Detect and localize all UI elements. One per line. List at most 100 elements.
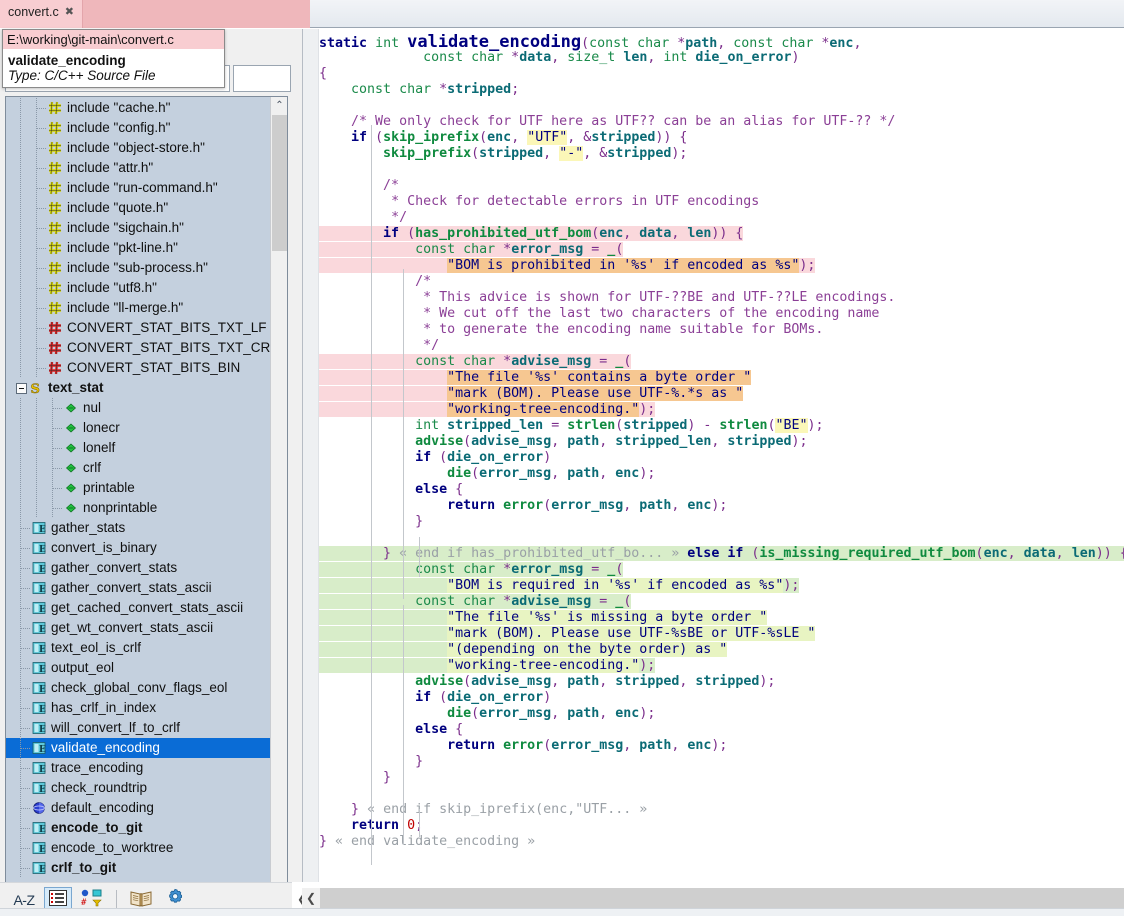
- tree-item[interactable]: Eoutput_eol: [6, 658, 271, 678]
- tree-item[interactable]: Eget_wt_convert_stats_ascii: [6, 618, 271, 638]
- fold-marker: « end validate_encoding »: [335, 834, 536, 849]
- tree-item[interactable]: include "object-store.h": [6, 138, 271, 158]
- field-icon: [64, 481, 79, 496]
- tree-item-label: gather_convert_stats: [51, 560, 178, 575]
- tree-vertical-scrollbar[interactable]: ⌃ ⌄: [270, 97, 287, 905]
- svg-text:E: E: [39, 745, 46, 755]
- tree-item[interactable]: Eencode_to_worktree: [6, 838, 271, 858]
- tree-item[interactable]: crlf: [6, 458, 271, 478]
- field-icon: [64, 501, 79, 516]
- tree-indent: [10, 798, 32, 818]
- code-line: "mark (BOM). Please use UTF-%.*s as ": [319, 386, 1124, 402]
- scroll-left-icon[interactable]: ❮: [302, 888, 320, 908]
- tree-item[interactable]: default_encoding: [6, 798, 271, 818]
- folding-gutter[interactable]: [303, 29, 319, 882]
- scroll-up-icon[interactable]: ⌃: [271, 97, 287, 114]
- tree-item[interactable]: Egather_convert_stats: [6, 558, 271, 578]
- tree-indent: [10, 398, 64, 418]
- tree-item-label: output_eol: [51, 660, 115, 675]
- hash-red-icon: [48, 321, 63, 336]
- code-line: return 0;: [351, 818, 423, 833]
- tree-item-label: include "sub-process.h": [67, 260, 208, 275]
- function-icon: E: [32, 761, 47, 776]
- tree-item[interactable]: Ewill_convert_lf_to_crlf: [6, 718, 271, 738]
- tree-item[interactable]: nonprintable: [6, 498, 271, 518]
- tree-item[interactable]: CONVERT_STAT_BITS_TXT_CRLF: [6, 338, 286, 358]
- tree-item[interactable]: Eencode_to_git: [6, 818, 271, 838]
- highlighted-block-green: "BOM is required in '%s' if encoded as %…: [319, 578, 800, 593]
- highlighted-block-green: "working-tree-encoding.");: [319, 658, 656, 673]
- editor-horizontal-scrollbar[interactable]: ❮: [302, 888, 1124, 908]
- tree-item[interactable]: include "attr.h": [6, 158, 271, 178]
- tree-item[interactable]: Echeck_roundtrip: [6, 778, 271, 798]
- tree-item[interactable]: printable: [6, 478, 271, 498]
- struct-icon: S: [29, 381, 44, 397]
- tree-item-selected[interactable]: Evalidate_encoding: [6, 738, 271, 758]
- svg-text:E: E: [39, 585, 46, 595]
- tree-item[interactable]: Etext_eol_is_crlf: [6, 638, 271, 658]
- tree-item-label: include "object-store.h": [67, 140, 205, 155]
- tree-item-label: include "config.h": [67, 120, 171, 135]
- tree-item[interactable]: Egather_stats: [6, 518, 271, 538]
- tree-indent: [10, 498, 64, 518]
- tree-item[interactable]: Eget_cached_convert_stats_ascii: [6, 598, 271, 618]
- tree-item[interactable]: include "ll-merge.h": [6, 298, 271, 318]
- search-filter-input[interactable]: [233, 65, 291, 92]
- tree-item[interactable]: Stext_stat: [6, 378, 271, 398]
- code-line: const char *error_msg = _(: [319, 242, 1124, 258]
- tree-item[interactable]: Ehas_crlf_in_index: [6, 698, 271, 718]
- tree-indent: [10, 318, 48, 338]
- tree-item[interactable]: lonelf: [6, 438, 271, 458]
- tab-convert-c[interactable]: convert.c ✖: [0, 0, 83, 28]
- tree-item[interactable]: include "utf8.h": [6, 278, 271, 298]
- close-icon[interactable]: ✖: [65, 5, 74, 19]
- panel-splitter[interactable]: [292, 29, 302, 882]
- book-icon: [130, 890, 152, 910]
- tree-item[interactable]: include "sigchain.h": [6, 218, 271, 238]
- tree-item[interactable]: CONVERT_STAT_BITS_TXT_LF: [6, 318, 271, 338]
- tree-item-label: encode_to_git: [51, 820, 143, 835]
- tree-item[interactable]: CONVERT_STAT_BITS_BIN: [6, 358, 271, 378]
- tree-item[interactable]: Ecrlf_to_git: [6, 858, 271, 878]
- svg-text:E: E: [39, 525, 46, 535]
- tree-item-label: text_eol_is_crlf: [51, 640, 142, 655]
- tree-item[interactable]: nul: [6, 398, 271, 418]
- tree-item[interactable]: include "pkt-line.h": [6, 238, 271, 258]
- tree-item[interactable]: Econvert_is_binary: [6, 538, 271, 558]
- tree-item[interactable]: include "cache.h": [6, 98, 271, 118]
- code-line: "working-tree-encoding.");: [319, 402, 1124, 418]
- tree-item-label: get_wt_convert_stats_ascii: [51, 620, 214, 635]
- code-line: } « end validate_encoding »: [319, 834, 536, 849]
- svg-text:E: E: [39, 545, 46, 555]
- code-editor[interactable]: static int validate_encoding(const char …: [302, 29, 1124, 882]
- code-line: else {: [415, 722, 464, 737]
- tree-item-label: include "cache.h": [67, 100, 171, 115]
- tree-indent: [10, 678, 32, 698]
- tree-item[interactable]: lonecr: [6, 418, 271, 438]
- tree-item[interactable]: include "quote.h": [6, 198, 271, 218]
- source-code[interactable]: static int validate_encoding(const char …: [319, 34, 1124, 882]
- tree-item-label: has_crlf_in_index: [51, 700, 157, 715]
- tree-item[interactable]: include "config.h": [6, 118, 271, 138]
- tree-item[interactable]: Etrace_encoding: [6, 758, 271, 778]
- code-line: int stripped_len = strlen(stripped) - st…: [415, 418, 824, 433]
- tree-item[interactable]: include "run-command.h": [6, 178, 271, 198]
- tree-item[interactable]: include "sub-process.h": [6, 258, 271, 278]
- code-line: /*: [415, 274, 432, 289]
- scrollbar-thumb[interactable]: [272, 115, 287, 251]
- fold-guide: [371, 125, 372, 865]
- fold-guide: [419, 537, 420, 577]
- tree-item-label: include "ll-merge.h": [67, 300, 184, 315]
- tree-item-label: include "run-command.h": [67, 180, 218, 195]
- tree-item[interactable]: Echeck_global_conv_flags_eol: [6, 678, 271, 698]
- tree-expander-collapse-icon[interactable]: [16, 382, 27, 394]
- tree-item[interactable]: Egather_convert_stats_ascii: [6, 578, 271, 598]
- function-icon: E: [32, 581, 47, 596]
- hash-yellow-icon: [48, 201, 63, 216]
- symbol-tree[interactable]: include "cache.h" include "config.h" inclu…: [5, 96, 288, 906]
- function-icon: E: [32, 561, 47, 576]
- tree-indent: [10, 458, 64, 478]
